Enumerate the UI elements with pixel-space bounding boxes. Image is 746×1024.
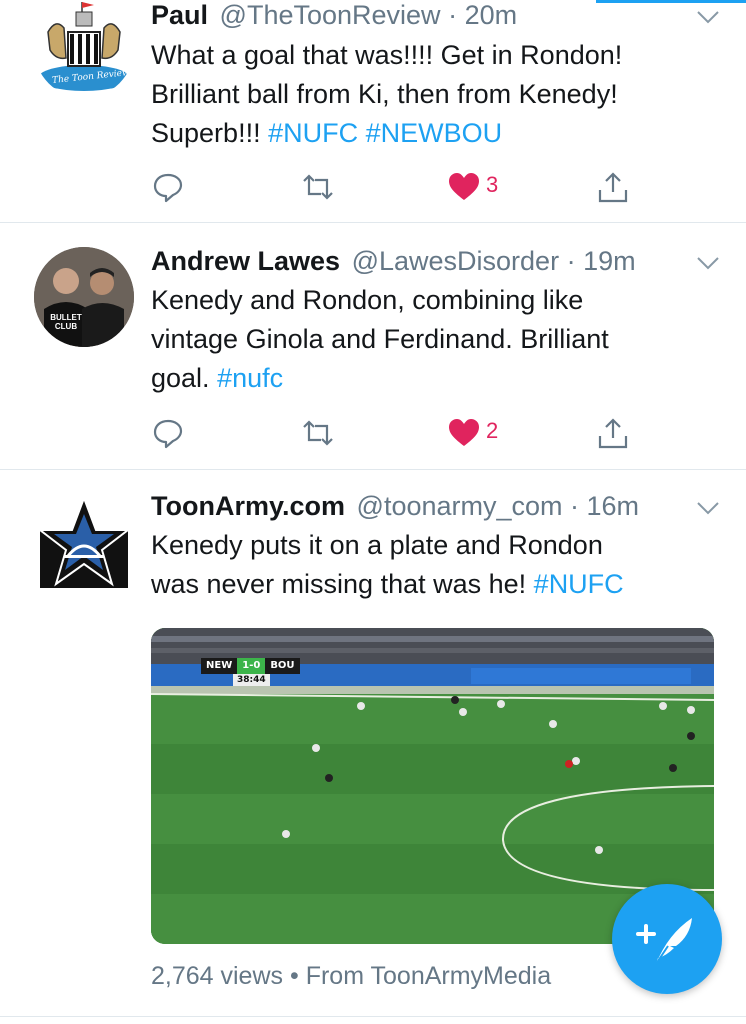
tweet-card[interactable]: BULLET CLUB Andrew Lawes @LawesDisorder … [0,223,746,470]
timestamp[interactable]: 19m [583,246,636,276]
score-value: 1-0 [237,658,266,674]
compose-tweet-button[interactable] [612,884,722,994]
chevron-down-icon[interactable] [696,499,720,517]
reply-icon[interactable] [151,416,185,450]
heart-icon[interactable] [447,416,481,450]
timestamp[interactable]: 16m [587,491,640,521]
tweet-header: Paul @TheToonReview · 20m [151,0,706,32]
tweet-text: What a goal that was!!!! Get in Rondon! … [151,36,716,153]
score-away-team: BOU [265,658,300,674]
tweet-text-line: What a goal that was!!!! Get in Rondon! [151,36,716,75]
display-name[interactable]: Andrew Lawes [151,246,340,276]
tweet-text-line: Kenedy and Rondon, combining like [151,281,716,320]
tweet-text-segment: What a goal that was!!!! Get in Rondon! [151,40,623,70]
star-logo-icon [37,495,131,588]
newcastle-crest-icon [38,2,130,97]
divider [0,1016,746,1017]
like-count: 2 [486,418,499,443]
avatar[interactable] [34,492,134,592]
avatar[interactable]: BULLET CLUB [34,247,134,347]
tweet-text-line: was never missing that was he! #NUFC [151,565,716,604]
view-count: 2,764 views [151,962,284,990]
display-name[interactable]: Paul [151,0,208,30]
avatar-shirt-text: BULLET CLUB [50,313,82,331]
tweet-text-segment: was never missing that was he! [151,569,534,599]
hashtag-link[interactable]: #NUFC #NEWBOU [268,118,502,148]
retweet-icon[interactable] [301,170,335,204]
tweet-text-segment: Brilliant ball from Ki, then from Kenedy… [151,79,618,109]
like-count: 3 [486,172,499,197]
timestamp[interactable]: 20m [465,0,518,30]
retweet-icon[interactable] [301,416,335,450]
heart-icon[interactable] [447,170,481,204]
tweet-text: Kenedy and Rondon, combining like vintag… [151,281,716,398]
tweet-text-line: Superb!!! #NUFC #NEWBOU [151,114,716,153]
video-stats: 2,764 views • From ToonArmyMedia [151,962,551,991]
tweet-text: Kenedy puts it on a plate and Rondon was… [151,526,716,604]
reply-icon[interactable] [151,170,185,204]
handle[interactable]: @TheToonReview [220,0,441,30]
tweet-text-segment: vintage Ginola and Ferdinand. Brilliant [151,324,609,354]
compose-tweet-icon [636,918,692,965]
user-photo-icon [34,247,134,347]
tweet-header: ToonArmy.com @toonarmy_com · 16m [151,489,706,523]
separator-dot: • [283,962,306,990]
handle[interactable]: @toonarmy_com [357,491,563,521]
tweet-actions: 2 [151,416,651,456]
tweet-text-line: Brilliant ball from Ki, then from Kenedy… [151,75,716,114]
chevron-down-icon[interactable] [696,8,720,26]
share-icon[interactable] [596,416,630,450]
video-source[interactable]: From ToonArmyMedia [306,962,551,990]
match-clock: 38:44 [233,674,270,686]
tweet-text-line: Kenedy puts it on a plate and Rondon [151,526,716,565]
avatar[interactable]: The Toon Review [34,0,134,98]
hashtag-link[interactable]: #NUFC [534,569,624,599]
tweet-header: Andrew Lawes @LawesDisorder · 19m [151,244,706,278]
chevron-down-icon[interactable] [696,254,720,272]
tweet-actions: 3 [151,170,651,210]
share-icon[interactable] [596,170,630,204]
tweet-text-line: goal. #nufc [151,359,716,398]
handle[interactable]: @LawesDisorder [352,246,559,276]
tweet-text-segment: Kenedy and Rondon, combining like [151,285,584,315]
tweet-text-segment: goal. [151,363,218,393]
tweet-card[interactable]: The Toon Review Paul @TheToonReview · 20… [0,0,746,223]
separator-dot: · [562,491,587,521]
tweet-text-line: vintage Ginola and Ferdinand. Brilliant [151,320,716,359]
display-name[interactable]: ToonArmy.com [151,491,345,521]
separator-dot: · [559,246,584,276]
tweet-text-segment: Kenedy puts it on a plate and Rondon [151,530,603,560]
hashtag-link[interactable]: #nufc [217,363,283,393]
tweet-text-segment: Superb!!! [151,118,269,148]
score-home-team: NEW [201,658,238,674]
separator-dot: · [440,0,465,30]
